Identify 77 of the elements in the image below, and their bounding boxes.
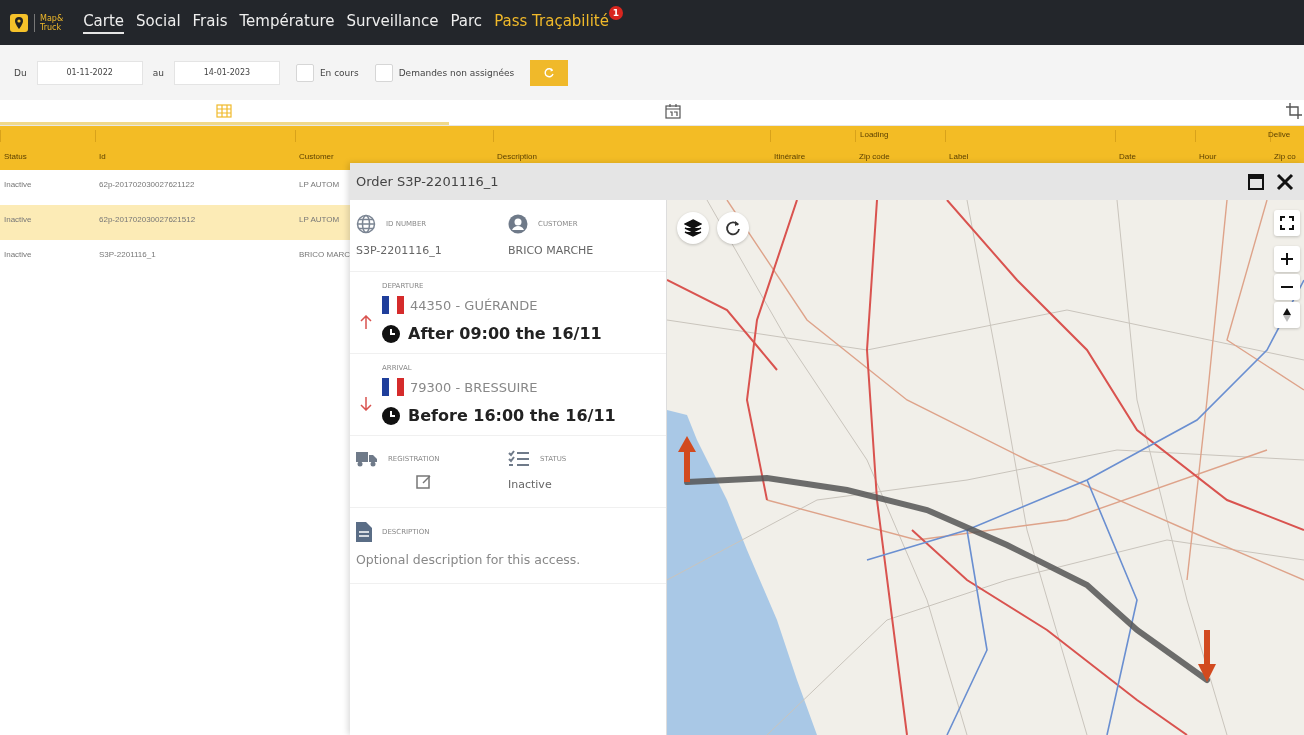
up-arrow-icon xyxy=(360,314,372,329)
nav-link[interactable]: Température xyxy=(239,11,335,34)
nav-link[interactable]: Parc xyxy=(450,11,483,34)
fullscreen-button[interactable] xyxy=(1274,210,1300,236)
edit-icon[interactable] xyxy=(416,474,432,490)
column-header[interactable]: Status xyxy=(4,152,27,161)
layers-icon xyxy=(684,219,702,237)
column-header[interactable]: Hour xyxy=(1199,152,1217,161)
column-header[interactable]: Itinéraire xyxy=(774,152,806,161)
user-icon xyxy=(508,214,528,234)
fullscreen-icon xyxy=(1280,216,1294,230)
column-header[interactable]: Zip co xyxy=(1274,152,1296,161)
nav-link[interactable]: Carte xyxy=(83,11,125,34)
from-label: Du xyxy=(14,67,27,78)
start-marker-icon xyxy=(678,436,696,482)
maximize-icon[interactable] xyxy=(1248,173,1264,190)
close-icon[interactable] xyxy=(1276,172,1294,191)
grid-icon xyxy=(216,104,233,118)
zoom-in-button[interactable] xyxy=(1274,246,1300,272)
nav-link[interactable]: Pass Traçabilité xyxy=(494,11,609,34)
table-cell: Inactive xyxy=(4,180,32,189)
clock-icon xyxy=(382,324,400,343)
field-value: Inactive xyxy=(508,478,553,491)
clock-icon xyxy=(382,406,400,425)
document-icon xyxy=(356,522,372,542)
refresh-icon xyxy=(543,66,556,79)
stop-place: 79300 - BRESSUIRE xyxy=(410,379,538,395)
date-field[interactable]: 14-01-2023 xyxy=(173,60,280,85)
table-cell: S3P-2201116_1 xyxy=(99,250,156,259)
table-cell: Inactive xyxy=(4,215,32,224)
stop-time: Before 16:00 the 16/11 xyxy=(408,406,616,425)
column-header[interactable]: Label xyxy=(949,152,969,161)
zoom-out-button[interactable] xyxy=(1274,274,1300,300)
checkbox-label: Demandes non assignées xyxy=(398,67,515,78)
table-cell: BRICO MARC xyxy=(299,250,351,259)
table-cell: 62p-201702030027621512 xyxy=(99,215,196,224)
refresh-icon xyxy=(724,219,742,237)
compass-icon xyxy=(1283,308,1291,322)
down-arrow-icon xyxy=(360,396,372,411)
checkbox-label: En cours xyxy=(319,67,359,78)
nav-link[interactable]: Frais xyxy=(192,11,228,34)
table-cell: Inactive xyxy=(4,250,32,259)
column-header[interactable]: Description xyxy=(497,152,537,161)
end-marker-icon xyxy=(1198,630,1216,682)
flag-icon xyxy=(382,378,404,396)
compass-button[interactable] xyxy=(1274,302,1300,328)
globe-icon xyxy=(356,214,376,234)
column-header[interactable]: Id xyxy=(99,152,106,161)
plus-icon xyxy=(1281,253,1293,265)
column-group-header: Delive xyxy=(1268,130,1291,139)
nav-link[interactable]: Social xyxy=(136,11,181,34)
stop-place: 44350 - GUÉRANDE xyxy=(410,297,538,313)
notification-badge: 1 xyxy=(609,6,623,20)
column-header[interactable]: Date xyxy=(1119,152,1136,161)
table-cell: 62p-201702030027621122 xyxy=(99,180,195,189)
field-value: BRICO MARCHE xyxy=(508,244,595,257)
logo-text: Map& Truck xyxy=(34,13,64,32)
column-group-header: Loading xyxy=(860,130,889,139)
dialog-title: Order S3P-2201116_1 xyxy=(356,174,500,189)
flag-icon xyxy=(382,296,404,314)
to-label: au xyxy=(152,67,164,78)
date-field[interactable]: 01-11-2022 xyxy=(36,60,143,85)
column-header[interactable]: Zip code xyxy=(859,152,890,161)
map-pin-logo-icon xyxy=(10,13,28,32)
checklist-icon xyxy=(508,450,530,468)
field-value: S3P-2201116_1 xyxy=(356,244,443,257)
table-cell: LP AUTOM xyxy=(299,215,340,224)
column-header[interactable]: Customer xyxy=(299,152,334,161)
nav-link[interactable]: Surveillance xyxy=(346,11,439,34)
stop-time: After 09:00 the 16/11 xyxy=(408,324,602,343)
checkbox[interactable] xyxy=(374,63,393,82)
truck-icon xyxy=(356,450,378,468)
description-text: Optional description for this access. xyxy=(356,552,582,567)
checkbox[interactable] xyxy=(295,63,314,82)
crop-icon xyxy=(1286,103,1302,119)
calendar-icon xyxy=(665,103,682,119)
table-cell: LP AUTOM xyxy=(299,180,340,189)
